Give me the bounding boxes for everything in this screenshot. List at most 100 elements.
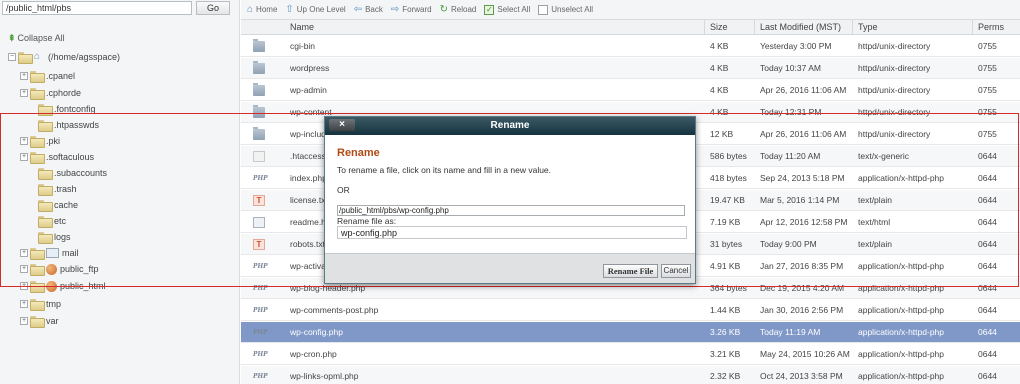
file-name[interactable]: wp-comments-post.php <box>290 300 700 321</box>
column-header-size[interactable]: Size <box>710 20 728 35</box>
expand-toggle-icon[interactable]: + <box>20 282 28 290</box>
file-perms[interactable]: 0644 <box>978 256 1018 277</box>
tree-item[interactable]: logs <box>28 230 71 244</box>
file-perms[interactable]: 0644 <box>978 146 1018 167</box>
select-all-label: Select All <box>497 5 531 14</box>
rename-file-button[interactable]: Rename File <box>603 264 658 278</box>
file-name[interactable]: wp-cron.php <box>290 344 700 365</box>
close-icon[interactable]: × <box>329 119 355 131</box>
home-button[interactable]: ⌂ Home <box>247 4 277 15</box>
tree-item[interactable]: + var <box>20 314 59 328</box>
expand-toggle-icon[interactable]: + <box>20 137 28 145</box>
expand-toggle-icon[interactable]: + <box>20 300 28 308</box>
tree-item[interactable]: .trash <box>28 182 77 196</box>
column-header-perms[interactable]: Perms <box>978 20 1004 35</box>
expand-toggle-icon[interactable]: + <box>20 153 28 161</box>
file-perms[interactable]: 0644 <box>978 212 1018 233</box>
rename-input[interactable] <box>337 226 687 239</box>
tree-item-label: etc <box>54 216 67 226</box>
file-perms[interactable]: 0644 <box>978 168 1018 189</box>
file-name[interactable]: wordpress <box>290 58 700 79</box>
tree-item[interactable]: + .softaculous <box>20 150 94 164</box>
expand-toggle-icon[interactable]: + <box>20 249 28 257</box>
expand-toggle-icon <box>28 169 36 177</box>
reload-button[interactable]: ↻ Reload <box>440 4 477 15</box>
file-icon-cell <box>247 58 271 79</box>
tree-item[interactable]: + .pki <box>20 134 60 148</box>
tree-item[interactable]: .fontconfig <box>28 102 96 116</box>
file-perms[interactable]: 0755 <box>978 124 1018 145</box>
table-row[interactable]: PHP wp-config.php 3.26 KB Today 11:19 AM app… <box>241 322 1020 343</box>
dialog-footer: Rename File Cancel <box>325 253 695 283</box>
html-file-icon <box>253 217 265 228</box>
unselect-all-button[interactable]: Unselect All <box>538 4 593 15</box>
file-perms[interactable]: 0644 <box>978 234 1018 255</box>
tree-item[interactable]: + public_html <box>20 279 106 293</box>
file-name[interactable]: wp-config.php <box>290 322 700 343</box>
file-perms[interactable]: 0755 <box>978 80 1018 101</box>
file-perms[interactable]: 0644 <box>978 344 1018 365</box>
collapse-toggle-icon[interactable]: − <box>8 53 16 61</box>
table-header: Name Size Last Modified (MST) Type Perms <box>241 20 1020 35</box>
folder-icon <box>18 52 33 64</box>
tree-item[interactable]: + mail <box>20 246 79 260</box>
file-modified: Today 11:19 AM <box>760 327 821 337</box>
file-perms[interactable]: 0644 <box>978 278 1018 299</box>
table-row[interactable]: PHP wp-cron.php 3.21 KB May 24, 2015 10:26 … <box>241 344 1020 365</box>
tree-item[interactable]: − ⌂ (/home/agsspace) <box>8 50 120 64</box>
expand-toggle-icon <box>28 217 36 225</box>
select-all-button[interactable]: ✓ Select All <box>484 4 531 15</box>
file-perms[interactable]: 0644 <box>978 366 1018 384</box>
expand-toggle-icon <box>28 121 36 129</box>
table-row[interactable]: wordpress 4 KB Today 10:37 AM httpd/unix-di… <box>241 58 1020 79</box>
table-row[interactable]: cgi-bin 4 KB Yesterday 3:00 PM httpd/unix-d… <box>241 36 1020 57</box>
tree-item-label: .subaccounts <box>54 168 108 178</box>
tree-item[interactable]: + public_ftp <box>20 262 99 276</box>
file-name[interactable]: wp-admin <box>290 80 700 101</box>
file-name[interactable]: cgi-bin <box>290 36 700 57</box>
back-label: Back <box>365 5 383 14</box>
folder-icon <box>38 200 53 212</box>
go-button[interactable]: Go <box>196 1 230 15</box>
tree-item[interactable]: + .cpanel <box>20 69 75 83</box>
file-perms[interactable]: 0755 <box>978 102 1018 123</box>
tree-item[interactable]: cache <box>28 198 78 212</box>
table-row[interactable]: wp-admin 4 KB Apr 26, 2016 11:06 AM httpd/u… <box>241 80 1020 101</box>
tree-item-label: .fontconfig <box>54 104 96 114</box>
back-button[interactable]: ⇦ Back <box>354 4 383 15</box>
file-perms[interactable]: 0644 <box>978 322 1018 343</box>
table-row[interactable]: PHP wp-links-opml.php 2.32 KB Oct 24, 2013 … <box>241 366 1020 384</box>
column-header-name[interactable]: Name <box>290 20 314 35</box>
table-row[interactable]: PHP wp-comments-post.php 1.44 KB Jan 30, 20… <box>241 300 1020 321</box>
up-one-level-button[interactable]: ⇧ Up One Level <box>285 4 345 15</box>
php-file-icon: PHP <box>253 329 268 336</box>
expand-toggle-icon[interactable]: + <box>20 265 28 273</box>
file-perms[interactable]: 0755 <box>978 58 1018 79</box>
file-type: application/x-httpd-php <box>858 349 945 359</box>
unchecked-box-icon <box>538 4 549 15</box>
file-perms[interactable]: 0755 <box>978 36 1018 57</box>
tree-item[interactable]: + tmp <box>20 297 61 311</box>
file-icon-cell: PHP <box>247 344 271 365</box>
tree-item[interactable]: etc <box>28 214 66 228</box>
folder-icon <box>30 299 45 311</box>
tree-item-label: .cpanel <box>46 71 76 81</box>
cancel-button[interactable]: Cancel <box>661 264 691 278</box>
expand-toggle-icon[interactable]: + <box>20 89 28 97</box>
tree-item-label: logs <box>54 232 71 242</box>
collapse-all-link[interactable]: ⇞ Collapse All <box>8 33 65 44</box>
expand-toggle-icon[interactable]: + <box>20 72 28 80</box>
tree-item[interactable]: + .cphorde <box>20 86 81 100</box>
file-type: application/x-httpd-php <box>858 305 945 315</box>
column-header-modified[interactable]: Last Modified (MST) <box>760 20 841 35</box>
tree-item[interactable]: .subaccounts <box>28 166 107 180</box>
mail-folder-icon <box>46 248 59 258</box>
file-perms[interactable]: 0644 <box>978 190 1018 211</box>
path-input[interactable] <box>2 1 192 15</box>
column-header-type[interactable]: Type <box>858 20 878 35</box>
file-name[interactable]: wp-links-opml.php <box>290 366 700 384</box>
expand-toggle-icon[interactable]: + <box>20 317 28 325</box>
forward-button[interactable]: ⇨ Forward <box>391 4 432 15</box>
file-perms[interactable]: 0644 <box>978 300 1018 321</box>
tree-item[interactable]: .htpasswds <box>28 118 99 132</box>
